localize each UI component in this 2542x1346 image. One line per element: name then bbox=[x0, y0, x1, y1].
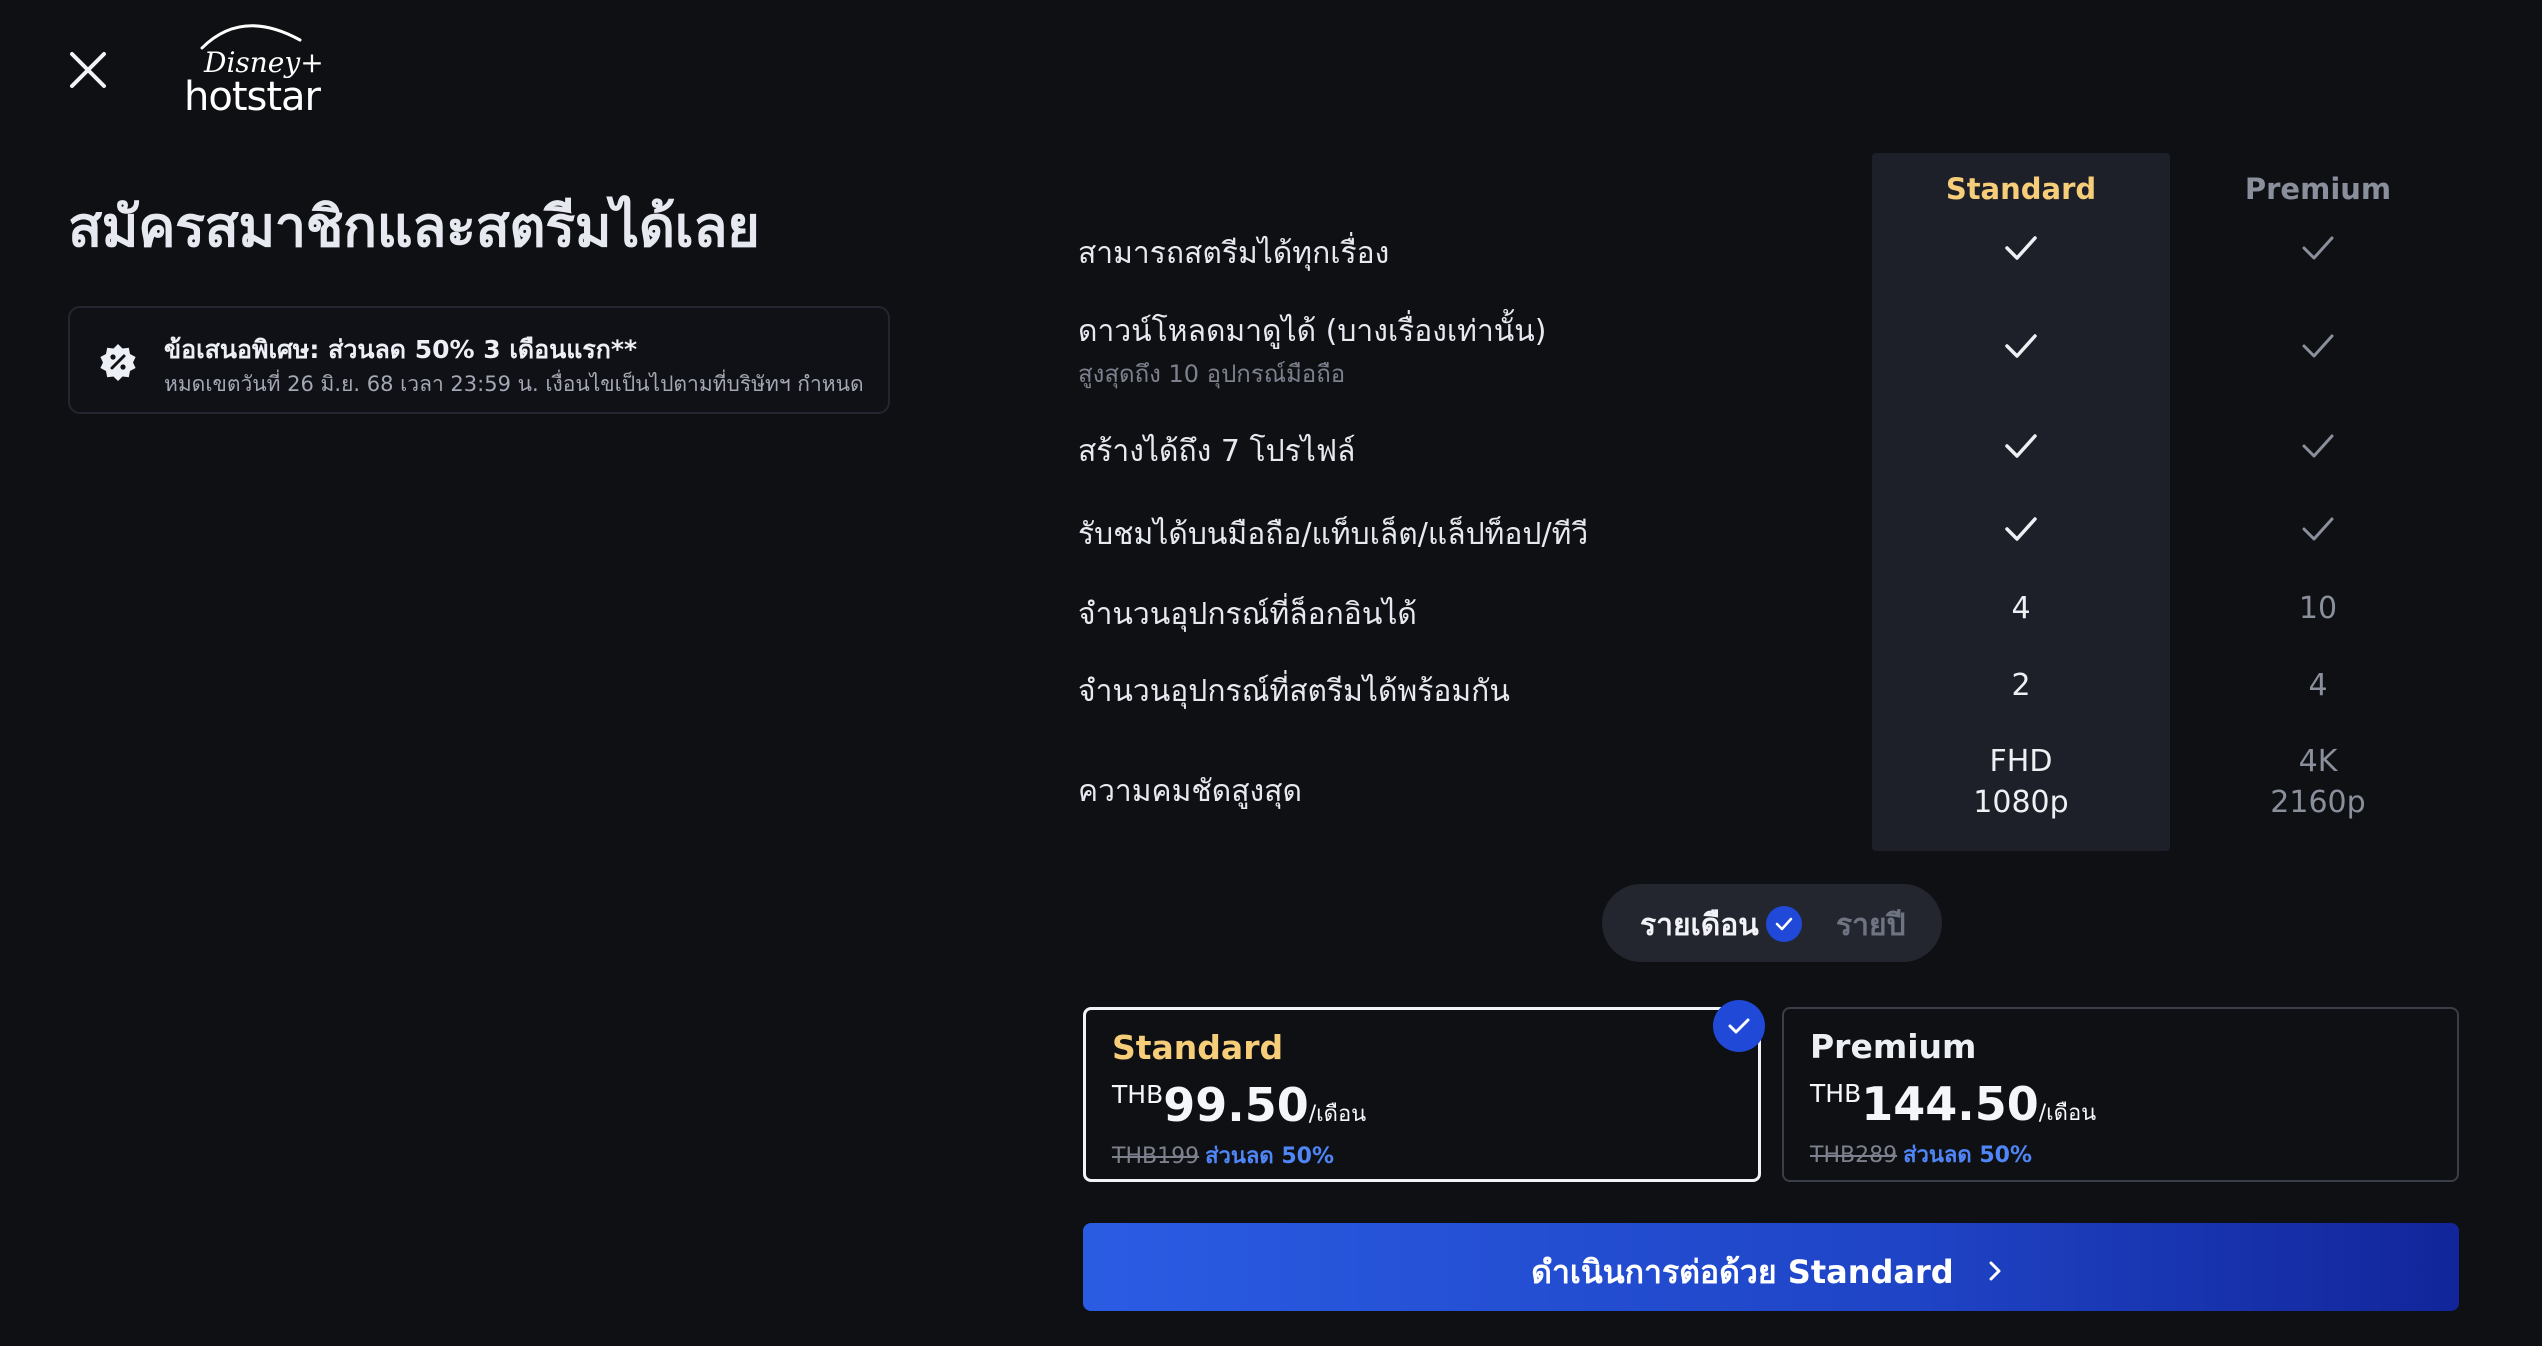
check-icon bbox=[2005, 334, 2037, 358]
standard-resolution-name: FHD bbox=[1989, 744, 2053, 779]
standard-value-cell: 4 bbox=[2011, 591, 2031, 626]
premium-check-cell bbox=[2169, 230, 2467, 274]
premium-value-cell: 4K 2160p bbox=[2169, 744, 2467, 820]
price-amount: 144.50 bbox=[1861, 1077, 2039, 1131]
feature-label: รับชมได้บนมือถือ/แท็บเล็ต/แล็ปท็อป/ทีวี bbox=[1078, 517, 1589, 552]
selected-check-icon bbox=[1713, 1000, 1765, 1052]
offer-terms: หมดเขตวันที่ 26 มิ.ย. 68 เวลา 23:59 น. เ… bbox=[164, 372, 864, 396]
continue-button-label: ดำเนินการต่อด้วย Standard bbox=[1083, 1247, 2459, 1298]
close-icon bbox=[70, 52, 106, 88]
standard-value-cell: FHD 1080p bbox=[1872, 744, 2170, 820]
feature-label: ดาวน์โหลดมาดูได้ (บางเรื่องเท่านั้น) bbox=[1078, 314, 1547, 349]
toggle-yearly[interactable]: รายปี bbox=[1836, 902, 1906, 949]
premium-check-cell bbox=[2169, 328, 2467, 372]
standard-check-cell bbox=[1872, 230, 2170, 274]
page-title: สมัครสมาชิกและสตรีมได้เลย bbox=[68, 195, 760, 260]
check-icon bbox=[2005, 434, 2037, 458]
discount-label: ส่วนลด 50% bbox=[1903, 1143, 2032, 1168]
check-icon bbox=[2005, 517, 2037, 541]
plan-name: Standard bbox=[1112, 1028, 1284, 1067]
price-period: /เดือน bbox=[1308, 1102, 1367, 1127]
continue-label-text: ดำเนินการต่อด้วย Standard bbox=[1531, 1253, 1954, 1291]
price-amount: 99.50 bbox=[1163, 1078, 1309, 1132]
feature-label: สามารถสตรีมได้ทุกเรื่อง bbox=[1078, 236, 1390, 271]
check-icon bbox=[1766, 906, 1802, 942]
check-icon bbox=[2302, 236, 2334, 260]
plan-name: Premium bbox=[1810, 1027, 1977, 1066]
feature-label: จำนวนอุปกรณ์ที่ล็อกอินได้ bbox=[1078, 597, 1417, 632]
premium-check-cell bbox=[2169, 511, 2467, 555]
plan-card-premium[interactable]: Premium THB144.50/เดือน THB289 ส่วนลด 50% bbox=[1782, 1007, 2459, 1182]
plan-card-standard[interactable]: Standard THB99.50/เดือน THB199 ส่วนลด 50% bbox=[1083, 1007, 1761, 1182]
plan-price: THB99.50/เดือน bbox=[1112, 1078, 1366, 1132]
chevron-right-icon bbox=[1989, 1261, 2001, 1281]
feature-label: ความคมชัดสูงสุด bbox=[1078, 774, 1302, 809]
discount-badge-icon bbox=[100, 344, 136, 381]
toggle-monthly[interactable]: รายเดือน bbox=[1640, 902, 1759, 949]
premium-resolution-name: 4K bbox=[2298, 744, 2338, 779]
feature-sublabel: สูงสุดถึง 10 อุปกรณ์มือถือ bbox=[1078, 360, 1346, 388]
offer-title: ข้อเสนอพิเศษ: ส่วนลด 50% 3 เดือนแรก** bbox=[164, 335, 638, 364]
price-currency: THB bbox=[1112, 1080, 1164, 1109]
discount-label: ส่วนลด 50% bbox=[1205, 1144, 1334, 1169]
standard-check-cell bbox=[1872, 511, 2170, 555]
old-price: THB199 bbox=[1112, 1144, 1200, 1169]
billing-period-toggle[interactable]: รายเดือน รายปี bbox=[1602, 884, 1942, 962]
continue-button[interactable]: ดำเนินการต่อด้วย Standard bbox=[1083, 1223, 2459, 1311]
plan-discount: THB199 ส่วนลด 50% bbox=[1112, 1138, 1334, 1173]
feature-label: จำนวนอุปกรณ์ที่สตรีมได้พร้อมกัน bbox=[1078, 674, 1510, 709]
close-button[interactable] bbox=[58, 40, 118, 100]
premium-value-cell: 4 bbox=[2308, 668, 2328, 703]
premium-check-cell bbox=[2169, 428, 2467, 472]
special-offer-banner: ข้อเสนอพิเศษ: ส่วนลด 50% 3 เดือนแรก** หม… bbox=[68, 306, 890, 414]
logo-wordmark-hotstar: hotstar bbox=[184, 74, 322, 118]
check-icon bbox=[2302, 434, 2334, 458]
disney-hotstar-logo[interactable]: Disney+ hotstar bbox=[182, 14, 324, 120]
price-currency: THB bbox=[1810, 1079, 1862, 1108]
subscription-page: Disney+ hotstar สมัครสมาชิกและสตรีมได้เล… bbox=[0, 0, 2542, 1346]
plan-discount: THB289 ส่วนลด 50% bbox=[1810, 1137, 2032, 1172]
check-icon bbox=[2302, 517, 2334, 541]
plan-price: THB144.50/เดือน bbox=[1810, 1077, 2096, 1131]
check-icon bbox=[2302, 334, 2334, 358]
standard-resolution-pixels: 1080p bbox=[1973, 785, 2069, 820]
premium-resolution-pixels: 2160p bbox=[2270, 785, 2366, 820]
premium-value-cell: 10 bbox=[2298, 591, 2338, 626]
price-period: /เดือน bbox=[2038, 1101, 2097, 1126]
old-price: THB289 bbox=[1810, 1143, 1898, 1168]
standard-check-cell bbox=[1872, 428, 2170, 472]
standard-check-cell bbox=[1872, 328, 2170, 372]
check-icon bbox=[2005, 236, 2037, 260]
feature-label: สร้างได้ถึง 7 โปรไฟล์ bbox=[1078, 434, 1356, 469]
standard-value-cell: 2 bbox=[2011, 668, 2031, 703]
column-header-standard: Standard bbox=[1945, 172, 2097, 206]
column-header-premium: Premium bbox=[2244, 172, 2392, 206]
